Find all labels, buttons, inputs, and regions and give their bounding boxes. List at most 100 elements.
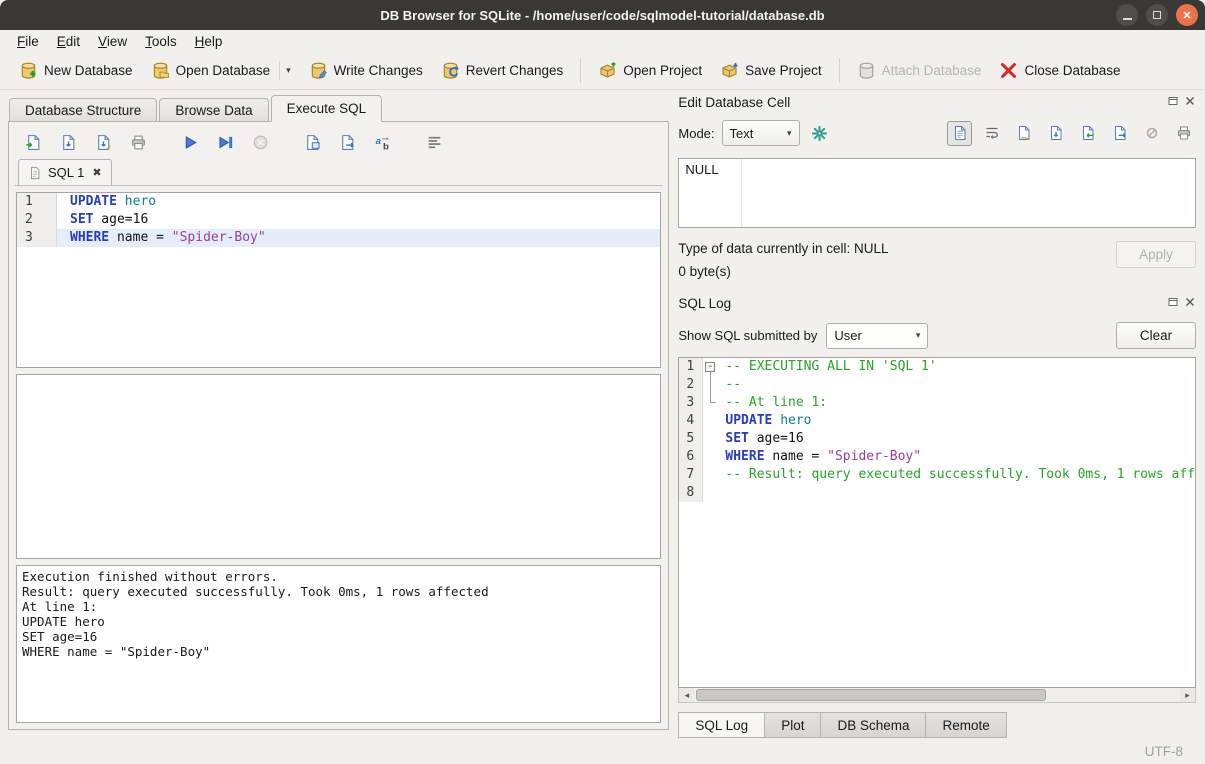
mode-select[interactable]: Text ▾ — [722, 120, 800, 146]
fold-marker — [703, 466, 719, 484]
new-database-button[interactable]: New Database — [10, 56, 142, 85]
close-database-icon — [999, 61, 1018, 80]
fold-marker[interactable]: - — [703, 358, 719, 376]
auto-format-button[interactable] — [421, 129, 447, 155]
edit-cell-toolbar: Mode: Text ▾ — [678, 116, 1196, 150]
line-number: 5 — [679, 430, 703, 448]
edit-cell-header: Edit Database Cell — [678, 92, 1196, 112]
cell-editor-tools — [947, 121, 1196, 146]
code-text: WHERE name = "Spider-Boy" — [57, 229, 660, 247]
code-text: SET age=16 — [57, 211, 660, 229]
save-sql-file-button[interactable] — [55, 129, 81, 155]
text-mode-icon — [952, 125, 968, 141]
print-sql-button[interactable] — [125, 129, 151, 155]
revert-changes-label: Revert Changes — [466, 63, 564, 78]
open-sql-tab-button[interactable] — [299, 129, 325, 155]
open-database-dropdown-arrow[interactable]: ▾ — [279, 61, 291, 80]
write-changes-button[interactable]: Write Changes — [300, 56, 432, 85]
scrollbar-track[interactable] — [694, 688, 1180, 702]
close-database-label: Close Database — [1024, 63, 1120, 78]
maximize-button[interactable] — [1146, 4, 1168, 26]
execute-current-line-icon — [217, 134, 234, 151]
find-replace-button[interactable]: ab — [369, 129, 395, 155]
fold-marker — [703, 448, 719, 466]
panel-header-icons — [1167, 296, 1196, 311]
sql-log-view[interactable]: 1--- EXECUTING ALL IN 'SQL 1'2--3-- At l… — [678, 357, 1196, 688]
save-sql-file-as-button[interactable] — [90, 129, 116, 155]
tab-remote[interactable]: Remote — [925, 712, 1006, 738]
export-data-button[interactable] — [1107, 121, 1132, 146]
open-project-label: Open Project — [623, 63, 702, 78]
scroll-right-icon[interactable]: ▸ — [1180, 688, 1195, 702]
revert-changes-button[interactable]: Revert Changes — [432, 56, 573, 85]
main-content: Database StructureBrowse DataExecute SQL… — [0, 90, 1205, 738]
sql-log-title: SQL Log — [678, 296, 731, 311]
fold-marker — [703, 412, 719, 430]
tab-sql-log[interactable]: SQL Log — [678, 712, 765, 738]
stop-execution-button — [247, 129, 273, 155]
menu-file[interactable]: File — [8, 32, 48, 51]
scroll-left-icon[interactable]: ◂ — [679, 688, 694, 702]
save-project-label: Save Project — [745, 63, 822, 78]
save-data-button[interactable] — [1043, 121, 1068, 146]
undock-icon[interactable] — [1167, 296, 1179, 311]
execute-current-line-button[interactable] — [212, 129, 238, 155]
message-line: WHERE name = "Spider-Boy" — [22, 644, 655, 659]
message-line: Result: query executed successfully. Too… — [22, 584, 655, 599]
undock-icon[interactable] — [1167, 95, 1179, 110]
open-sql-file-button[interactable] — [20, 129, 46, 155]
word-wrap-icon — [984, 125, 1000, 141]
menu-tools[interactable]: Tools — [136, 32, 186, 51]
menu-view[interactable]: View — [89, 32, 136, 51]
close-panel-icon[interactable] — [1184, 95, 1196, 110]
filter-value: User — [834, 328, 861, 343]
edit-cell-title: Edit Database Cell — [678, 95, 790, 110]
menu-edit[interactable]: Edit — [48, 32, 89, 51]
code-text: -- At line 1: — [719, 394, 1195, 412]
sql-editor[interactable]: 1UPDATE hero2SET age=163WHERE name = "Sp… — [16, 192, 661, 368]
tab-sql-1[interactable]: SQL 1 ✖ — [18, 159, 112, 185]
open-data-button[interactable] — [1011, 121, 1036, 146]
dock-tab-bar: SQL LogPlotDB SchemaRemote — [678, 712, 1196, 738]
text-mode-button[interactable] — [947, 121, 972, 146]
submitted-by-select[interactable]: User ▾ — [826, 323, 928, 349]
open-database-button[interactable]: Open Database▾ — [142, 56, 300, 85]
scrollbar-thumb[interactable] — [696, 689, 1046, 701]
close-database-button[interactable]: Close Database — [990, 56, 1129, 85]
tab-execute-sql[interactable]: Execute SQL — [271, 95, 383, 122]
code-line-7: 7-- Result: query executed successfully.… — [679, 466, 1195, 484]
tab-db-schema[interactable]: DB Schema — [820, 712, 926, 738]
close-tab-icon[interactable]: ✖ — [92, 166, 101, 179]
minimize-button[interactable] — [1116, 4, 1138, 26]
mode-label: Mode: — [678, 126, 714, 141]
cell-editor[interactable]: NULL — [678, 158, 1196, 228]
tab-browse-data[interactable]: Browse Data — [159, 98, 268, 122]
import-data-button[interactable] — [1075, 121, 1100, 146]
word-wrap-button[interactable] — [979, 121, 1004, 146]
sql-log-header: SQL Log — [678, 293, 1196, 313]
mode-value: Text — [730, 126, 754, 141]
horizontal-scrollbar[interactable]: ◂ ▸ — [678, 688, 1196, 703]
save-project-icon — [720, 61, 739, 80]
results-pane — [16, 374, 661, 559]
clear-button[interactable]: Clear — [1116, 322, 1196, 349]
cell-settings-button[interactable] — [807, 120, 833, 146]
message-line: UPDATE hero — [22, 614, 655, 629]
execute-all-button[interactable] — [177, 129, 203, 155]
menu-help[interactable]: Help — [186, 32, 232, 51]
set-null-icon — [1144, 125, 1160, 141]
export-sql-button[interactable] — [334, 129, 360, 155]
print-cell-button[interactable] — [1171, 121, 1196, 146]
code-text: SET age=16 — [719, 430, 1195, 448]
tab-plot[interactable]: Plot — [764, 712, 821, 738]
close-button[interactable]: ✕ — [1176, 4, 1198, 26]
close-panel-icon[interactable] — [1184, 296, 1196, 311]
execute-sql-panel: ab SQL 1 ✖ 1UPDATE hero2SET age=163WHERE… — [8, 121, 669, 730]
app-window: DB Browser for SQLite - /home/user/code/… — [0, 0, 1205, 90]
revert-changes-icon — [441, 61, 460, 80]
print-cell-icon — [1176, 125, 1192, 141]
tab-database-structure[interactable]: Database Structure — [9, 98, 157, 122]
save-project-button[interactable]: Save Project — [711, 56, 831, 85]
save-data-icon — [1048, 125, 1064, 141]
open-project-button[interactable]: Open Project — [589, 56, 711, 85]
